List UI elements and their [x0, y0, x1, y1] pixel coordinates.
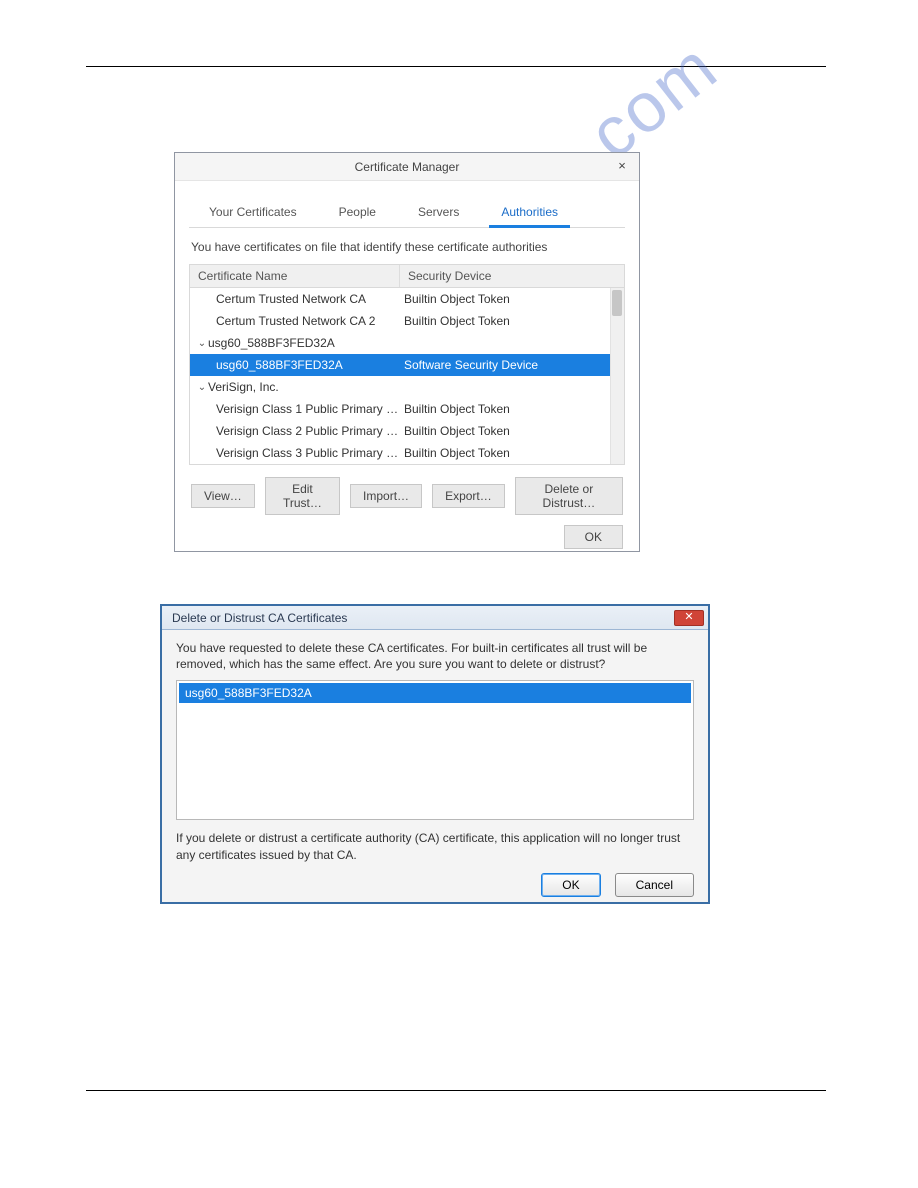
col-certificate-name[interactable]: Certificate Name [190, 265, 400, 287]
table-header: Certificate Name Security Device [190, 265, 624, 288]
certificate-table: Certificate Name Security Device Certum … [189, 264, 625, 465]
table-row[interactable]: Verisign Class 3 Public Primary Certi… B… [190, 442, 624, 464]
chevron-down-icon: ⌄ [196, 338, 208, 349]
table-row[interactable]: Certum Trusted Network CA Builtin Object… [190, 288, 624, 310]
table-group[interactable]: ⌄ usg60_588BF3FED32A [190, 332, 624, 354]
table-body[interactable]: Certum Trusted Network CA Builtin Object… [190, 288, 624, 464]
view-button[interactable]: View… [191, 484, 255, 508]
tab-people[interactable]: People [327, 199, 388, 227]
table-group[interactable]: ⌄ VeriSign, Inc. [190, 376, 624, 398]
cert-title: Certificate Manager [355, 160, 460, 174]
delete-button-row: OK Cancel [176, 863, 694, 897]
tab-description: You have certificates on file that ident… [189, 228, 625, 264]
scrollbar-thumb[interactable] [612, 290, 622, 316]
page-rule-bottom [86, 1090, 826, 1091]
tab-your-certificates[interactable]: Your Certificates [197, 199, 309, 227]
ok-button[interactable]: OK [564, 525, 623, 549]
delete-distrust-button[interactable]: Delete or Distrust… [515, 477, 623, 515]
scrollbar[interactable] [610, 288, 624, 464]
close-icon[interactable]: ✕ [674, 610, 704, 626]
button-row: View… Edit Trust… Import… Export… Delete… [189, 465, 625, 515]
certificate-manager-dialog: Certificate Manager × Your Certificates … [174, 152, 640, 552]
export-button[interactable]: Export… [432, 484, 505, 508]
table-row[interactable]: Verisign Class 1 Public Primary Certi… B… [190, 398, 624, 420]
delete-titlebar: Delete or Distrust CA Certificates ✕ [162, 606, 708, 630]
ok-button[interactable]: OK [541, 873, 600, 897]
table-row[interactable]: Verisign Class 2 Public Primary Certi… B… [190, 420, 624, 442]
delete-list[interactable]: usg60_588BF3FED32A [176, 680, 694, 820]
tab-servers[interactable]: Servers [406, 199, 471, 227]
delete-distrust-dialog: Delete or Distrust CA Certificates ✕ You… [160, 604, 710, 904]
cancel-button[interactable]: Cancel [615, 873, 694, 897]
delete-message: You have requested to delete these CA ce… [176, 640, 694, 672]
table-row-selected[interactable]: usg60_588BF3FED32A Software Security Dev… [190, 354, 624, 376]
cert-titlebar: Certificate Manager × [175, 153, 639, 181]
page-rule-top [86, 66, 826, 67]
delete-warning: If you delete or distrust a certificate … [176, 830, 694, 862]
chevron-down-icon: ⌄ [196, 382, 208, 393]
edit-trust-button[interactable]: Edit Trust… [265, 477, 340, 515]
delete-title-text: Delete or Distrust CA Certificates [172, 611, 347, 625]
close-icon[interactable]: × [613, 158, 631, 176]
tabstrip: Your Certificates People Servers Authori… [189, 191, 625, 228]
import-button[interactable]: Import… [350, 484, 422, 508]
tab-authorities[interactable]: Authorities [489, 199, 570, 227]
delete-list-item[interactable]: usg60_588BF3FED32A [179, 683, 691, 703]
col-security-device[interactable]: Security Device [400, 265, 624, 287]
table-row[interactable]: Certum Trusted Network CA 2 Builtin Obje… [190, 310, 624, 332]
